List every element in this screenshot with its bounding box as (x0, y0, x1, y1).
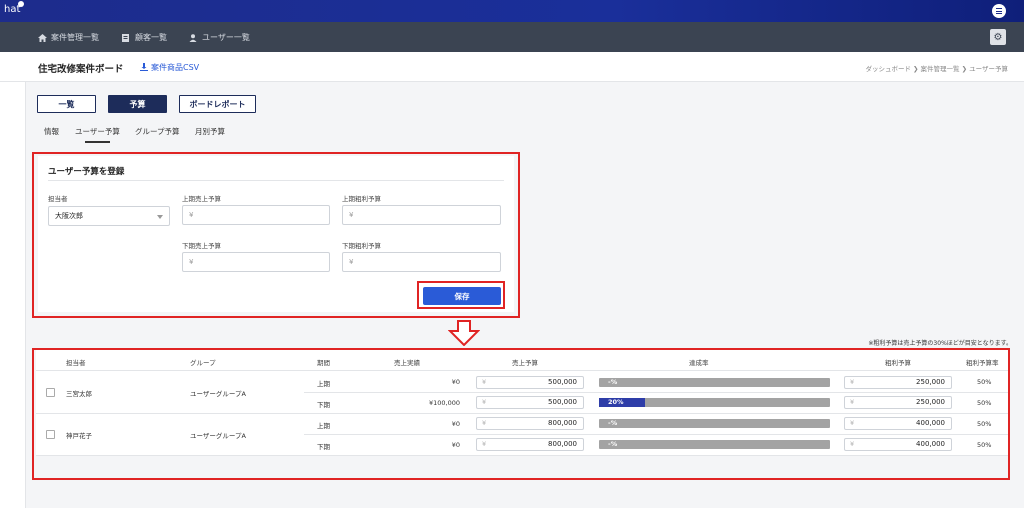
header-profit-rate: 粗利予算率 (966, 359, 999, 367)
profit-rate-cell: 50% (977, 441, 992, 449)
profit-rate-cell: 50% (977, 420, 992, 428)
nav-item-customers[interactable]: 顧客一覧 (122, 32, 167, 43)
nav-item-label: ユーザー一覧 (202, 33, 250, 42)
achievement-progress-bar: -% (599, 419, 830, 428)
achievement-label: 20% (608, 398, 624, 406)
divider (36, 370, 1008, 371)
period-cell: 上期 (317, 380, 330, 388)
owner-name: 三宮太郎 (66, 390, 92, 398)
view-budget-button[interactable]: 予算 (108, 95, 167, 113)
header-group: グループ (190, 359, 216, 367)
row-checkbox[interactable] (46, 430, 55, 439)
csv-link-label: 案件商品CSV (151, 63, 200, 72)
page-header: 住宅改修案件ボード 案件商品CSV ダッシュボード ❯ 案件管理一覧 ❯ ユーザ… (0, 52, 1024, 82)
top-bar: hat (0, 0, 1024, 22)
header-sales-budget: 売上予算 (512, 359, 538, 367)
achievement-progress-bar: 20% (599, 398, 830, 407)
divider (304, 392, 1008, 393)
sales-budget-input[interactable]: ¥800,000 (476, 417, 584, 430)
breadcrumb[interactable]: ダッシュボード ❯ 案件管理一覧 ❯ ユーザー予算 (865, 63, 1008, 73)
profit-rate-cell: 50% (977, 399, 992, 407)
view-board-report-button[interactable]: ボードレポート (179, 95, 256, 113)
page-title: 住宅改修案件ボード (38, 64, 124, 75)
app-logo[interactable]: hat (4, 1, 24, 15)
logo-mark-icon (18, 1, 24, 7)
row-checkbox[interactable] (46, 388, 55, 397)
achievement-progress-bar: -% (599, 440, 830, 449)
product-csv-download-link[interactable]: 案件商品CSV (140, 62, 199, 73)
home-icon (38, 33, 47, 42)
owner-name: 神戸花子 (66, 432, 92, 440)
achievement-progress-bar: -% (599, 378, 830, 387)
actual-cell: ¥0 (451, 378, 460, 386)
divider (36, 455, 1008, 456)
nav-item-projects[interactable]: 案件管理一覧 (38, 32, 99, 43)
tab-monthly-budget[interactable]: 月別予算 (195, 126, 225, 137)
header-actual: 売上実績 (394, 359, 420, 367)
profit-note: ※粗利予算は売上予算の30%ほどが目安となります。 (868, 340, 1012, 347)
tab-group-budget[interactable]: グループ予算 (135, 126, 180, 137)
achievement-label: -% (608, 440, 618, 448)
view-list-button[interactable]: 一覧 (37, 95, 96, 113)
header-profit-budget: 粗利予算 (885, 359, 911, 367)
sales-budget-input[interactable]: ¥500,000 (476, 376, 584, 389)
achievement-label: -% (608, 419, 618, 427)
divider (36, 413, 1008, 414)
actual-cell: ¥0 (451, 441, 460, 449)
actual-cell: ¥100,000 (428, 399, 460, 407)
header-owner: 担当者 (66, 359, 86, 367)
profit-budget-input[interactable]: ¥250,000 (844, 396, 952, 409)
document-icon (122, 33, 130, 42)
period-cell: 上期 (317, 422, 330, 430)
nav-item-label: 案件管理一覧 (51, 33, 99, 42)
arrow-down-icon (448, 320, 480, 346)
tab-user-budget[interactable]: ユーザー予算 (75, 126, 120, 143)
profit-rate-cell: 50% (977, 378, 992, 386)
sales-budget-input[interactable]: ¥800,000 (476, 438, 584, 451)
period-cell: 下期 (317, 443, 330, 451)
left-sidebar (0, 82, 26, 508)
settings-gear-icon[interactable]: ⚙ (990, 29, 1006, 45)
divider (304, 434, 1008, 435)
user-icon (189, 33, 197, 42)
group-name: ユーザーグループA (190, 390, 246, 398)
main-navigation: 案件管理一覧 顧客一覧 ユーザー一覧 ⚙ (0, 22, 1024, 52)
download-icon (140, 63, 148, 71)
user-budget-table: 担当者 グループ 期間 売上実績 売上予算 達成率 粗利予算 粗利予算率 三宮太… (36, 350, 1008, 456)
achievement-label: -% (608, 378, 618, 386)
period-cell: 下期 (317, 401, 330, 409)
nav-item-users[interactable]: ユーザー一覧 (189, 32, 250, 43)
nav-item-label: 顧客一覧 (135, 33, 167, 42)
profit-budget-input[interactable]: ¥400,000 (844, 417, 952, 430)
header-period: 期間 (317, 359, 330, 367)
header-achievement: 達成率 (689, 359, 709, 367)
actual-cell: ¥0 (451, 420, 460, 428)
tab-info[interactable]: 情報 (44, 126, 59, 137)
sales-budget-input[interactable]: ¥500,000 (476, 396, 584, 409)
group-name: ユーザーグループA (190, 432, 246, 440)
hamburger-menu-icon[interactable] (992, 4, 1006, 18)
save-button-highlight-box (417, 281, 505, 309)
profit-budget-input[interactable]: ¥250,000 (844, 376, 952, 389)
profit-budget-input[interactable]: ¥400,000 (844, 438, 952, 451)
